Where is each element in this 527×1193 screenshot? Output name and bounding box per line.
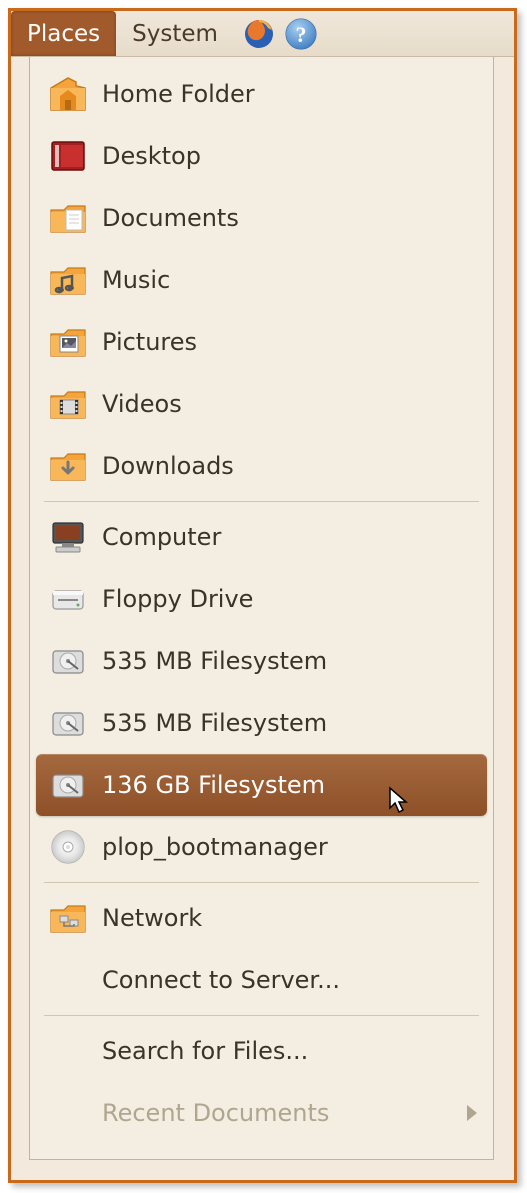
menu-plop-bootmanager[interactable]: plop_bootmanager <box>30 816 493 878</box>
submenu-arrow-icon <box>465 1097 479 1130</box>
menu-filesystem-2[interactable]: 535 MB Filesystem <box>30 692 493 754</box>
menu-item-label: 535 MB Filesystem <box>102 709 327 737</box>
help-icon[interactable]: ? <box>284 17 318 51</box>
computer-icon <box>48 517 88 557</box>
menu-item-label: Floppy Drive <box>102 585 253 613</box>
home-folder-icon <box>48 74 88 114</box>
harddrive-icon <box>48 641 88 681</box>
network-folder-icon <box>48 898 88 938</box>
menu-home-folder[interactable]: Home Folder <box>30 63 493 125</box>
menu-item-label: Recent Documents <box>102 1099 329 1127</box>
svg-text:?: ? <box>295 22 306 47</box>
menu-computer[interactable]: Computer <box>30 506 493 568</box>
menu-item-label: plop_bootmanager <box>102 833 328 861</box>
places-dropdown: Home Folder Desktop Documents Music Pict <box>29 57 494 1160</box>
menu-recent-documents[interactable]: Recent Documents <box>30 1082 493 1144</box>
menu-videos[interactable]: Videos <box>30 373 493 435</box>
desktop-icon <box>48 136 88 176</box>
menu-desktop[interactable]: Desktop <box>30 125 493 187</box>
videos-folder-icon <box>48 384 88 424</box>
menu-item-label: Connect to Server... <box>102 966 340 994</box>
menu-item-label: Documents <box>102 204 239 232</box>
harddrive-icon <box>48 703 88 743</box>
menu-music[interactable]: Music <box>30 249 493 311</box>
menu-item-label: Computer <box>102 523 221 551</box>
separator <box>44 501 479 502</box>
firefox-icon[interactable] <box>242 17 276 51</box>
pictures-folder-icon <box>48 322 88 362</box>
optical-disc-icon <box>48 827 88 867</box>
menu-connect-to-server[interactable]: Connect to Server... <box>30 949 493 1011</box>
menu-filesystem-1[interactable]: 535 MB Filesystem <box>30 630 493 692</box>
menu-item-label: Desktop <box>102 142 201 170</box>
menu-item-label: Downloads <box>102 452 234 480</box>
menu-network[interactable]: Network <box>30 887 493 949</box>
separator <box>44 882 479 883</box>
menu-pictures[interactable]: Pictures <box>30 311 493 373</box>
floppy-drive-icon <box>48 579 88 619</box>
documents-folder-icon <box>48 198 88 238</box>
window-frame: Places System ? Home Folder <box>8 8 517 1183</box>
menu-item-label: 136 GB Filesystem <box>102 771 325 799</box>
menu-item-label: Videos <box>102 390 182 418</box>
menu-item-label: Pictures <box>102 328 197 356</box>
places-menu-button[interactable]: Places <box>11 11 116 56</box>
top-panel: Places System ? <box>11 11 514 57</box>
separator <box>44 1015 479 1016</box>
menu-downloads[interactable]: Downloads <box>30 435 493 497</box>
menu-filesystem-3[interactable]: 136 GB Filesystem <box>36 754 487 816</box>
menu-item-label: Music <box>102 266 170 294</box>
menu-item-label: Home Folder <box>102 80 255 108</box>
menu-item-label: Search for Files... <box>102 1037 308 1065</box>
menu-item-label: Network <box>102 904 202 932</box>
menu-search-for-files[interactable]: Search for Files... <box>30 1020 493 1082</box>
harddrive-icon <box>48 765 88 805</box>
downloads-folder-icon <box>48 446 88 486</box>
menu-item-label: 535 MB Filesystem <box>102 647 327 675</box>
system-menu-button[interactable]: System <box>116 11 234 56</box>
music-folder-icon <box>48 260 88 300</box>
menu-floppy-drive[interactable]: Floppy Drive <box>30 568 493 630</box>
menu-documents[interactable]: Documents <box>30 187 493 249</box>
